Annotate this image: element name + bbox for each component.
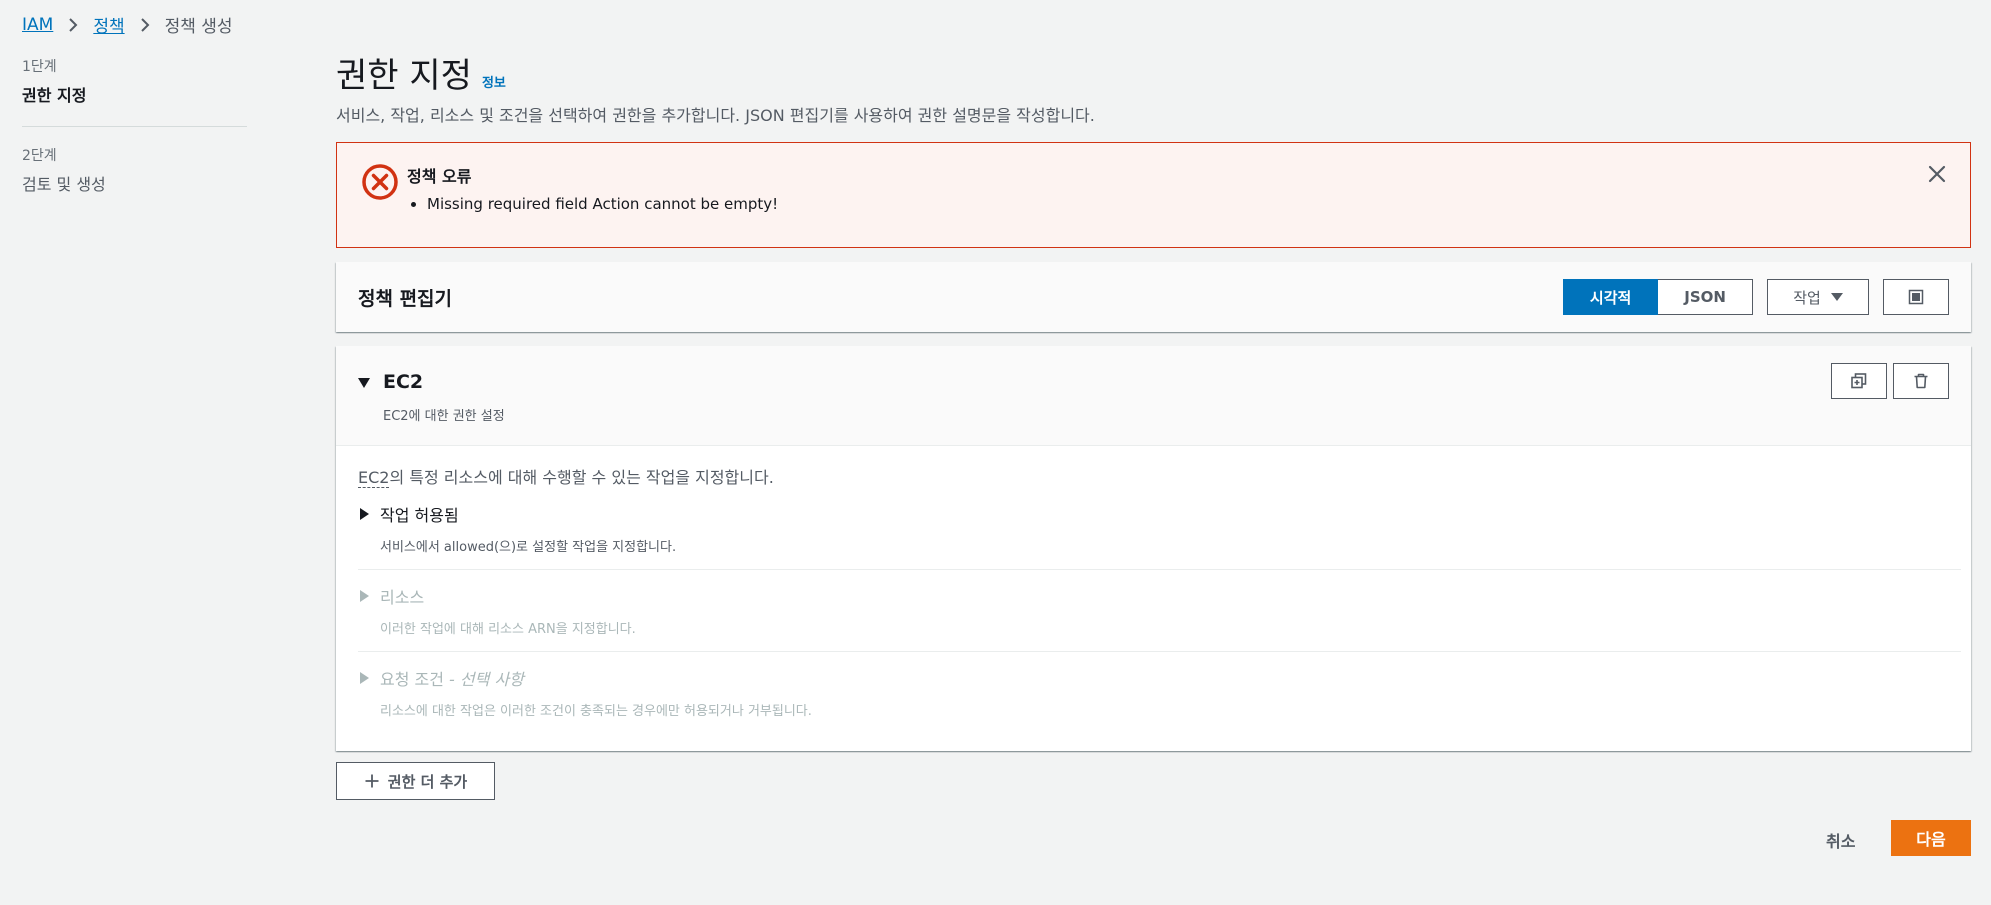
main-content: 권한 지정 정보 서비스, 작업, 리소스 및 조건을 선택하여 권한을 추가합… <box>336 54 1971 751</box>
statement-body: EC2의 특정 리소스에 대해 수행할 수 있는 작업을 지정합니다. 작업 허… <box>336 446 1971 751</box>
step-1: 1단계 권한 지정 <box>22 56 247 106</box>
optional-label: - 선택 사항 <box>443 670 524 689</box>
service-subtitle: EC2에 대한 권한 설정 <box>383 409 505 424</box>
caret-down-icon <box>1830 293 1843 301</box>
statement-description-text: 의 특정 리소스에 대해 수행할 수 있는 작업을 지정합니다. <box>389 468 774 487</box>
json-mode-button[interactable]: JSON <box>1658 279 1753 315</box>
add-more-permissions-label: 권한 더 추가 <box>387 772 468 791</box>
statement-header: EC2 EC2에 대한 권한 설정 <box>336 346 1971 446</box>
section-title-text: 작업 허용됨 <box>380 506 459 525</box>
visual-mode-button[interactable]: 시각적 <box>1562 279 1659 315</box>
step-title: 검토 및 생성 <box>22 175 106 194</box>
alert-title: 정책 오류 <box>407 167 472 186</box>
policy-editor-header: 정책 편집기 시각적 JSON 작업 <box>336 262 1971 332</box>
section-title[interactable]: 작업 허용됨 <box>380 502 1961 526</box>
expand-caret-icon[interactable] <box>360 508 369 520</box>
expand-caret-icon <box>360 590 369 602</box>
step-number: 1단계 <box>22 59 57 75</box>
statement-panel: EC2 EC2에 대한 권한 설정 EC2의 특정 리소스에 대해 수행할 수 … <box>336 346 1971 751</box>
info-link[interactable]: 정보 <box>482 72 506 91</box>
policy-error-alert: 정책 오류 Missing required field Action cann… <box>336 142 1971 248</box>
service-name: EC2 <box>383 371 424 393</box>
alert-message: Missing required field Action cannot be … <box>427 195 778 213</box>
section-actions-allowed: 작업 허용됨 서비스에서 allowed(으)로 설정할 작업을 지정합니다. <box>358 488 1961 569</box>
add-more-permissions-button[interactable]: 권한 더 추가 <box>336 762 495 800</box>
section-resources: 리소스 이러한 작업에 대해 리소스 ARN을 지정합니다. <box>358 569 1961 651</box>
chevron-right-icon <box>140 17 150 32</box>
service-reference[interactable]: EC2 <box>358 468 390 488</box>
section-title: 요청 조건 - 선택 사항 <box>380 666 1961 690</box>
breadcrumb-current: 정책 생성 <box>164 17 233 37</box>
section-title-text: 요청 조건 <box>380 670 444 689</box>
section-request-conditions: 요청 조건 - 선택 사항 리소스에 대한 작업은 이러한 조건이 충족되는 경… <box>358 651 1961 733</box>
delete-button[interactable] <box>1893 363 1949 399</box>
section-description: 이러한 작업에 대해 리소스 ARN을 지정합니다. <box>380 622 636 637</box>
wizard-steps: 1단계 권한 지정 2단계 검토 및 생성 <box>22 56 247 195</box>
copy-icon <box>1851 373 1867 389</box>
page-title-row: 권한 지정 정보 <box>336 54 1971 98</box>
statement-description: EC2의 특정 리소스에 대해 수행할 수 있는 작업을 지정합니다. <box>358 464 1961 488</box>
close-icon[interactable] <box>1926 163 1948 185</box>
page-title: 권한 지정 <box>336 56 472 96</box>
next-button[interactable]: 다음 <box>1891 820 1971 856</box>
statement-actions <box>1831 363 1949 399</box>
page-description: 서비스, 작업, 리소스 및 조건을 선택하여 권한을 추가합니다. JSON … <box>336 106 1095 125</box>
step-title: 권한 지정 <box>22 86 87 105</box>
section-description: 서비스에서 allowed(으)로 설정할 작업을 지정합니다. <box>380 540 677 555</box>
expand-caret-icon <box>360 672 369 684</box>
duplicate-button[interactable] <box>1831 363 1887 399</box>
editor-controls: 시각적 JSON 작업 <box>1562 279 1949 315</box>
chevron-right-icon <box>69 17 78 32</box>
breadcrumb-iam-link[interactable]: IAM <box>22 15 53 35</box>
actions-label: 작업 <box>1793 288 1821 307</box>
cancel-button[interactable]: 취소 <box>1826 828 1855 852</box>
breadcrumb: IAM 정책 정책 생성 <box>22 12 233 38</box>
section-title-text: 리소스 <box>380 588 425 607</box>
fullscreen-icon <box>1908 289 1924 305</box>
trash-icon <box>1914 373 1928 389</box>
step-2: 2단계 검토 및 생성 <box>22 145 247 195</box>
section-title: 리소스 <box>380 584 1961 608</box>
editor-mode-toggle: 시각적 JSON <box>1562 279 1753 315</box>
step-number: 2단계 <box>22 148 57 164</box>
expand-caret-icon[interactable] <box>358 378 370 388</box>
step-divider <box>22 126 247 127</box>
policy-editor-title: 정책 편집기 <box>358 287 453 310</box>
fullscreen-button[interactable] <box>1883 279 1949 315</box>
policy-editor-panel: 정책 편집기 시각적 JSON 작업 <box>336 262 1971 332</box>
plus-icon <box>365 774 379 788</box>
error-icon <box>362 164 398 200</box>
actions-dropdown-button[interactable]: 작업 <box>1767 279 1869 315</box>
breadcrumb-policies-link[interactable]: 정책 <box>93 12 124 37</box>
alert-message-list: Missing required field Action cannot be … <box>407 191 778 213</box>
section-description: 리소스에 대한 작업은 이러한 조건이 충족되는 경우에만 허용되거나 거부됩니… <box>380 704 812 719</box>
